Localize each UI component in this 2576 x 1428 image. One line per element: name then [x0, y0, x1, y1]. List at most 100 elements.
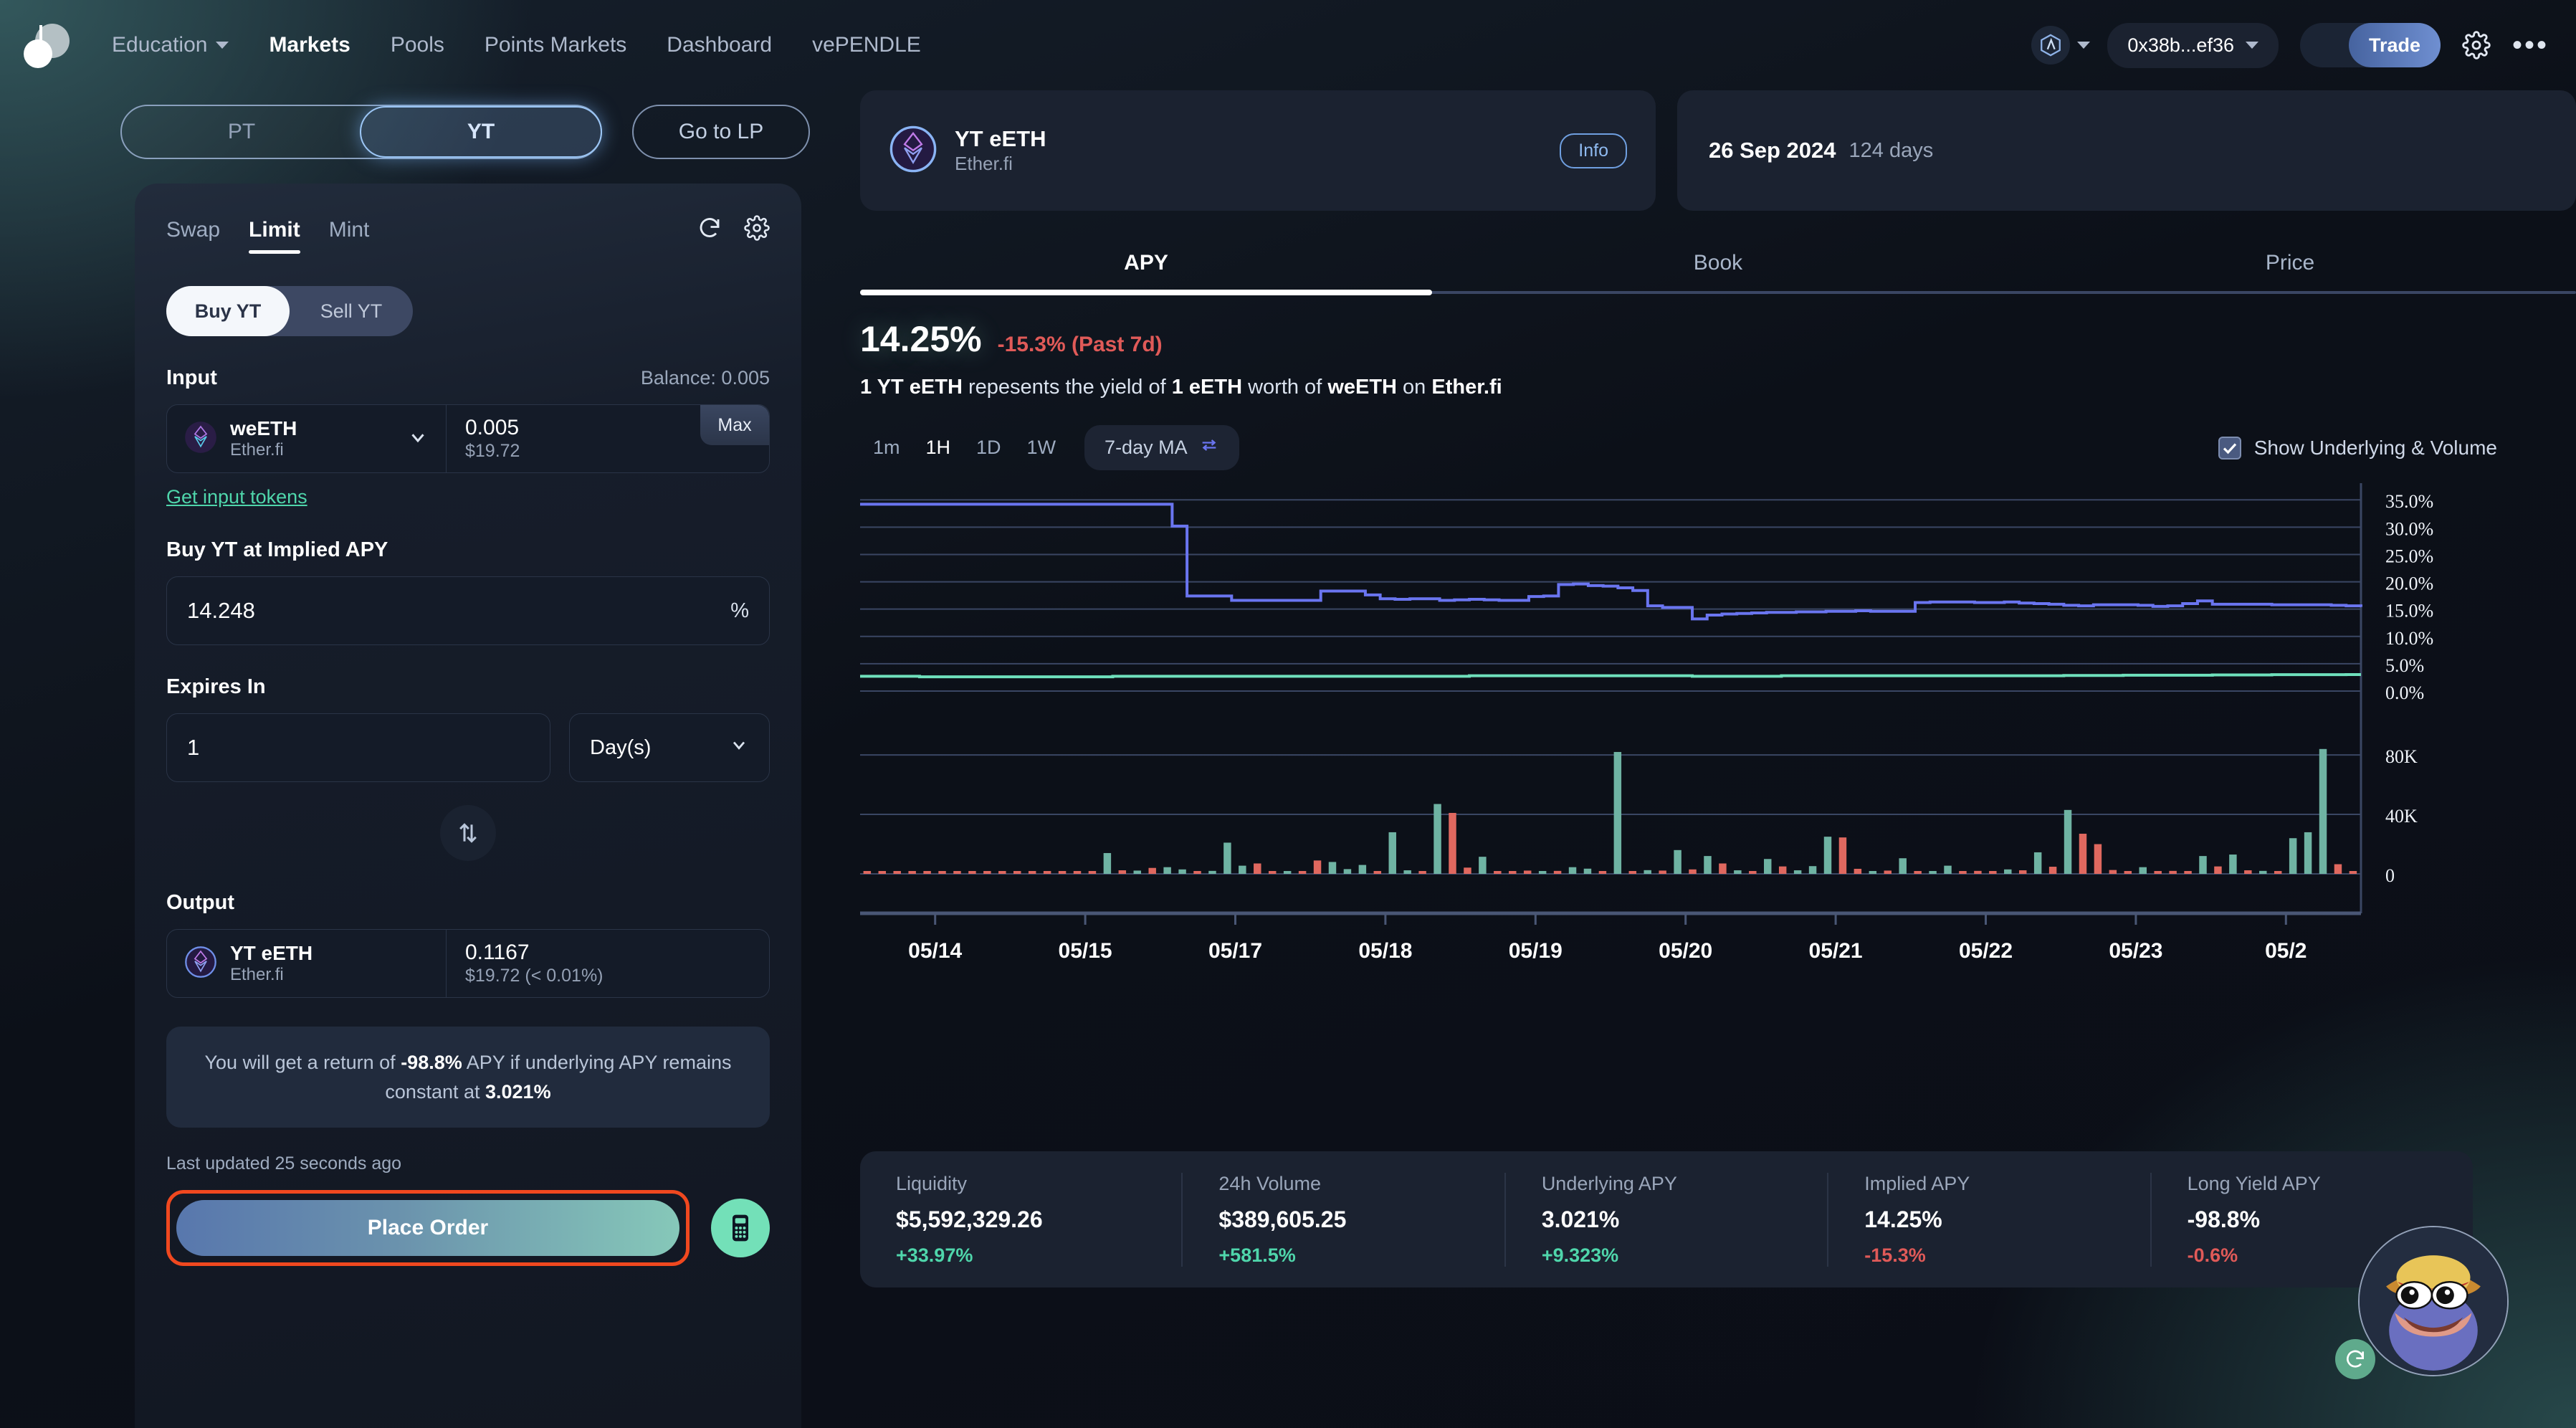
calculator-icon[interactable]	[711, 1199, 770, 1257]
apy-change: -15.3% (Past 7d)	[998, 333, 1163, 357]
chart-tabs: APY Book Price	[860, 251, 2576, 291]
svg-text:40K: 40K	[2385, 806, 2418, 827]
yt-tab[interactable]: YT	[360, 106, 602, 158]
refresh-circle-icon[interactable]	[2335, 1339, 2375, 1379]
expires-value-input[interactable]: 1	[166, 713, 550, 782]
market-card: YT eETH Ether.fi Info	[860, 90, 1656, 211]
trade-mode-toggle[interactable]: Trade	[2300, 23, 2441, 67]
balance-label: Balance: 0.005	[641, 367, 770, 389]
show-underlying-volume-label: Show Underlying & Volume	[2254, 437, 2497, 460]
expires-row: 1 Day(s)	[166, 713, 770, 782]
maturity-date: 26 Sep 2024	[1709, 138, 1836, 163]
swap-horizontal-icon	[1199, 435, 1219, 460]
place-order-button[interactable]: Place Order	[176, 1200, 679, 1256]
notice-return-value: -98.8%	[401, 1052, 462, 1073]
tab-price[interactable]: Price	[2004, 251, 2576, 291]
moving-average-toggle[interactable]: 7-day MA	[1084, 425, 1239, 470]
get-input-tokens-link[interactable]: Get input tokens	[166, 486, 307, 508]
svg-text:0: 0	[2385, 865, 2395, 886]
output-label: Output	[166, 891, 234, 915]
svg-text:80K: 80K	[2385, 746, 2418, 767]
input-token-selector[interactable]: weETH Ether.fi	[167, 405, 447, 472]
pendle-logo[interactable]	[0, 18, 92, 72]
apy-chart[interactable]: 0.0%5.0%10.0%15.0%20.0%25.0%30.0%35.0%04…	[860, 483, 2576, 1057]
swap-card: Swap Limit Mint	[135, 184, 801, 1428]
market-name: YT eETH	[955, 125, 1046, 152]
percent-suffix: %	[730, 599, 749, 623]
swap-direction-button[interactable]	[440, 805, 496, 861]
stat-delta: -15.3%	[1864, 1244, 2114, 1267]
info-button[interactable]: Info	[1560, 133, 1627, 168]
stat-underlying-apy: Underlying APY 3.021% +9.323%	[1506, 1173, 1828, 1267]
svg-text:05/18: 05/18	[1358, 939, 1412, 963]
svg-text:25.0%: 25.0%	[2385, 546, 2433, 566]
order-actions-row: Place Order	[166, 1190, 770, 1266]
max-button[interactable]: Max	[700, 405, 769, 445]
svg-text:05/21: 05/21	[1809, 939, 1863, 963]
stat-label: 24h Volume	[1218, 1173, 1468, 1195]
show-underlying-volume-checkbox[interactable]: Show Underlying & Volume	[2218, 437, 2576, 460]
nav-item-education[interactable]: Education	[92, 33, 249, 57]
svg-text:05/23: 05/23	[2109, 939, 2162, 963]
nav-item-pools[interactable]: Pools	[371, 33, 464, 57]
svg-text:05/2: 05/2	[2265, 939, 2307, 963]
range-1m[interactable]: 1m	[860, 429, 913, 466]
tab-apy[interactable]: APY	[860, 251, 1432, 291]
range-1w[interactable]: 1W	[1014, 429, 1069, 466]
nav-item-vependle[interactable]: vePENDLE	[792, 33, 941, 57]
tab-limit[interactable]: Limit	[249, 218, 300, 254]
swap-card-tabs: Swap Limit Mint	[166, 184, 770, 256]
buy-yt-button[interactable]: Buy YT	[166, 286, 290, 336]
expires-unit-select[interactable]: Day(s)	[569, 713, 770, 782]
desc-p7: Ether.fi	[1431, 376, 1502, 399]
svg-text:05/22: 05/22	[1959, 939, 2013, 963]
weeth-token-icon	[184, 421, 217, 457]
stat-label: Liquidity	[896, 1173, 1145, 1195]
expires-label: Expires In	[166, 675, 266, 699]
tab-book[interactable]: Book	[1432, 251, 2004, 291]
wallet-address-button[interactable]: 0x38b...ef36	[2107, 23, 2279, 68]
chevron-down-icon	[2077, 42, 2090, 49]
refresh-icon[interactable]	[697, 215, 722, 244]
chart-svg: 0.0%5.0%10.0%15.0%20.0%25.0%30.0%35.0%04…	[860, 483, 2576, 1057]
output-amount-usd: $19.72 (< 0.01%)	[465, 965, 769, 986]
svg-text:05/15: 05/15	[1059, 939, 1112, 963]
input-header: Input Balance: 0.005	[166, 366, 770, 390]
tab-swap[interactable]: Swap	[166, 218, 220, 254]
stat-delta: +33.97%	[896, 1244, 1145, 1267]
gear-icon[interactable]	[2462, 31, 2491, 60]
output-token-protocol: Ether.fi	[230, 965, 313, 985]
user-avatar-pepe[interactable]	[2358, 1226, 2509, 1376]
stat-value: 14.25%	[1864, 1206, 2114, 1233]
input-label: Input	[166, 366, 217, 390]
desc-p1: 1 YT eETH	[860, 376, 963, 399]
chevron-down-icon	[407, 427, 429, 452]
svg-text:20.0%: 20.0%	[2385, 573, 2433, 594]
output-token-box: YT eETH Ether.fi 0.1167 $19.72 (< 0.01%)	[166, 929, 770, 998]
nav-item-dashboard[interactable]: Dashboard	[647, 33, 792, 57]
go-to-lp-button[interactable]: Go to LP	[632, 105, 810, 159]
output-token-symbol: YT eETH	[230, 942, 313, 965]
tab-mint[interactable]: Mint	[329, 218, 370, 254]
stat-label: Long Yield APY	[2188, 1173, 2437, 1195]
svg-text:05/14: 05/14	[908, 939, 962, 963]
range-1d[interactable]: 1D	[963, 429, 1014, 466]
market-protocol: Ether.fi	[955, 152, 1046, 176]
maturity-card: 26 Sep 2024 124 days	[1677, 90, 2576, 211]
pt-tab[interactable]: PT	[122, 106, 361, 158]
pt-yt-toggle: PT YT	[120, 105, 602, 159]
stat-value: 3.021%	[1542, 1206, 1791, 1233]
chain-selector[interactable]	[2024, 26, 2097, 65]
notice-prefix: You will get a return of	[205, 1052, 401, 1073]
ellipsis-icon[interactable]: •••	[2512, 39, 2549, 51]
stat-24h-volume: 24h Volume $389,605.25 +581.5%	[1183, 1173, 1505, 1267]
svg-text:5.0%: 5.0%	[2385, 655, 2424, 676]
nav-item-markets[interactable]: Markets	[249, 33, 370, 57]
nav-item-points-markets[interactable]: Points Markets	[464, 33, 647, 57]
implied-apy-input[interactable]: 14.248 %	[166, 576, 770, 645]
svg-text:15.0%: 15.0%	[2385, 601, 2433, 622]
sell-yt-button[interactable]: Sell YT	[290, 286, 413, 336]
range-1h[interactable]: 1H	[913, 429, 964, 466]
trade-panel: PT YT Go to LP Swap Limit Mint	[0, 90, 824, 1428]
gear-icon[interactable]	[744, 215, 770, 244]
